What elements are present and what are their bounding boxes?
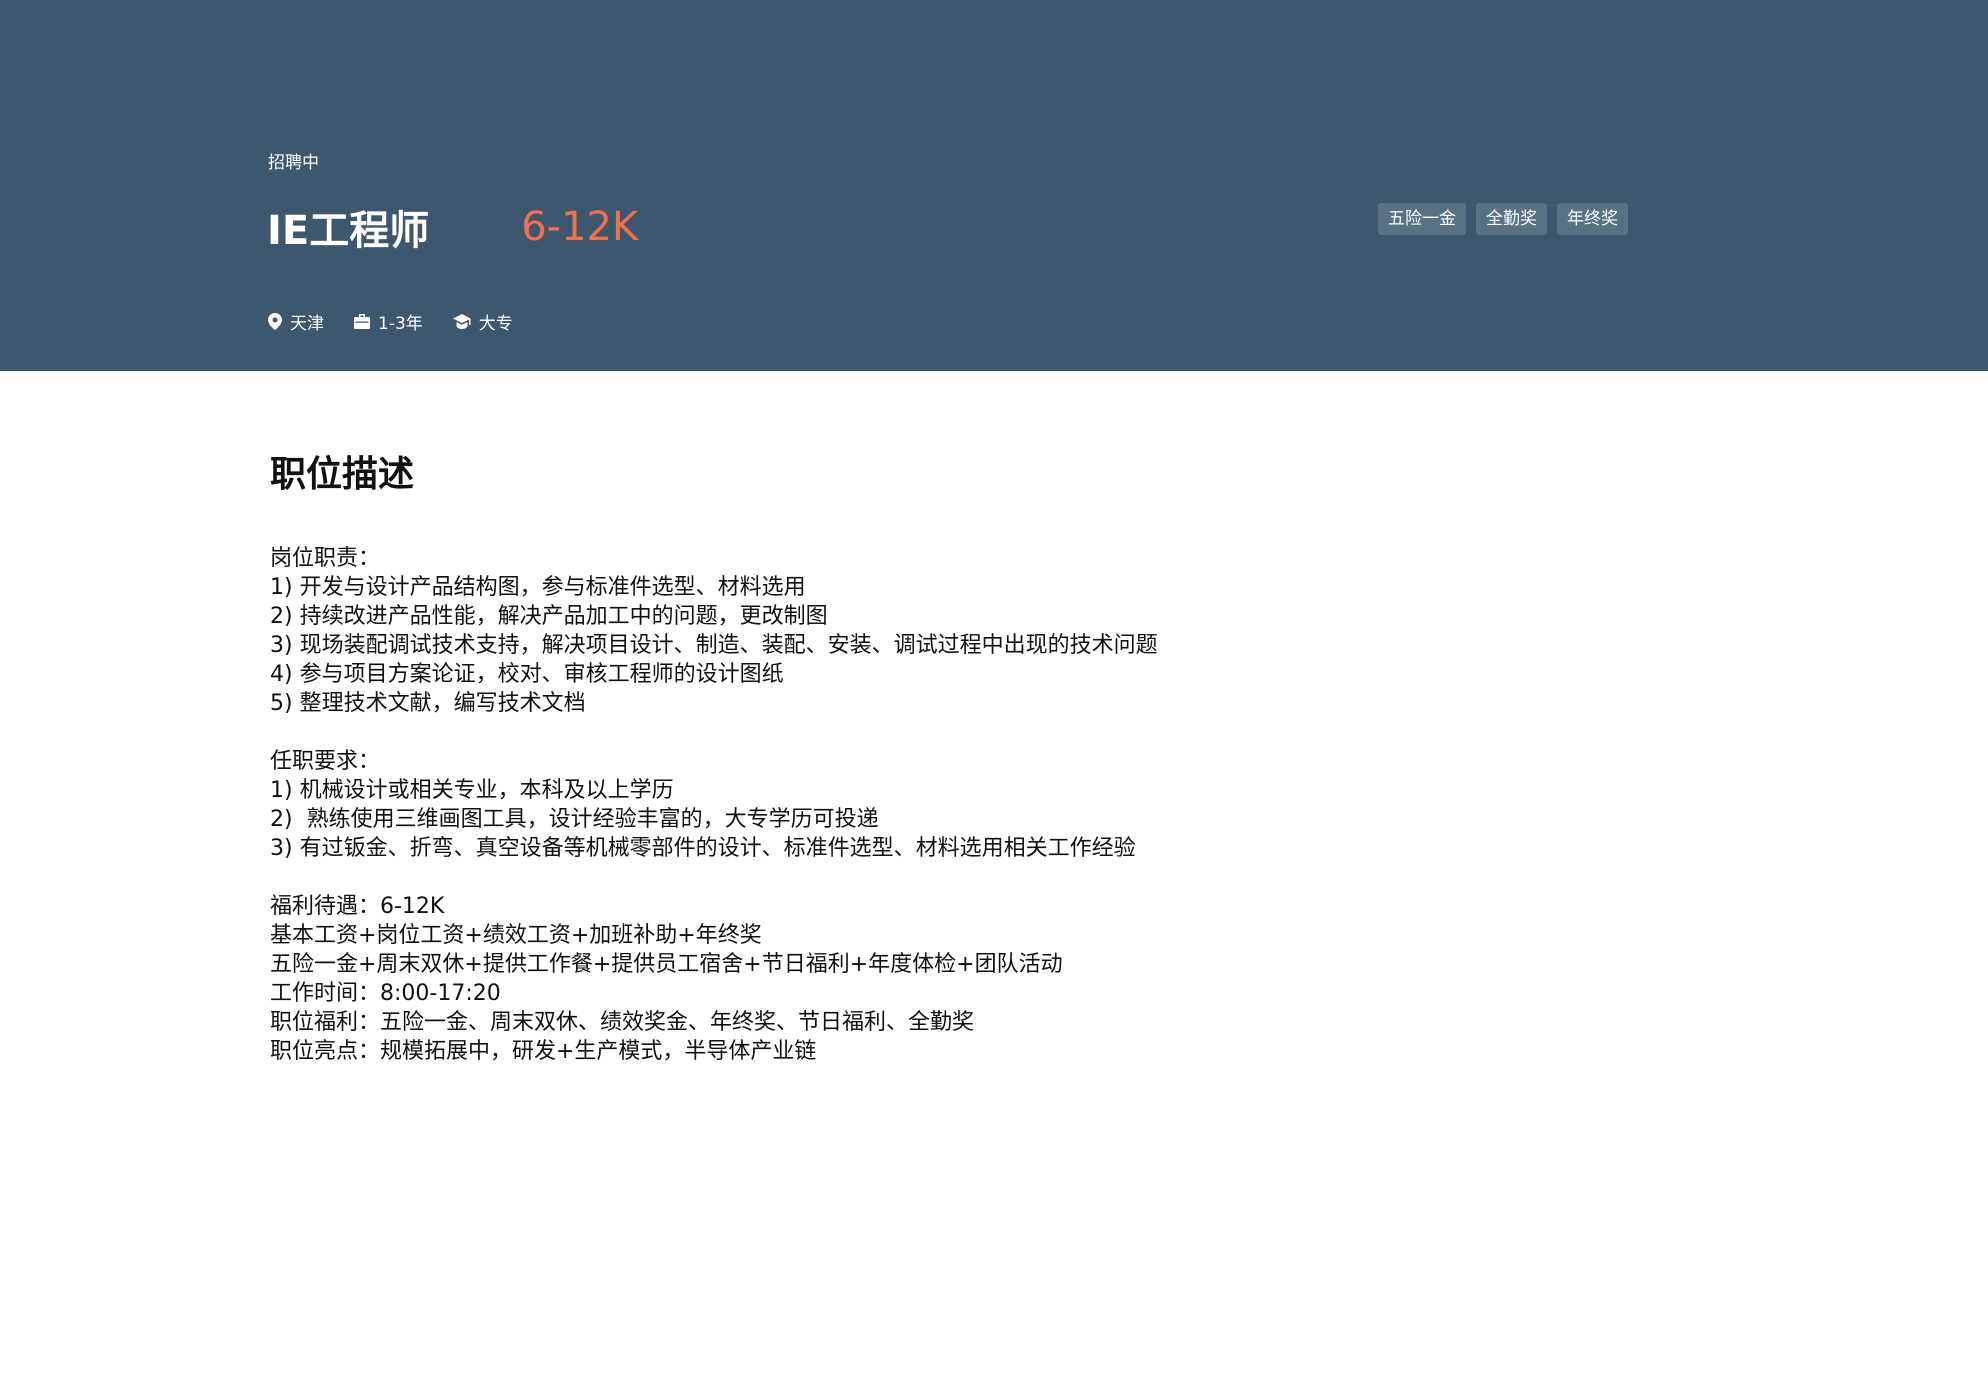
experience-text: 1-3年 bbox=[378, 314, 423, 334]
education-item: 大专 bbox=[452, 309, 513, 334]
description-line: 2) 熟练使用三维画图工具，设计经验丰富的，大专学历可投递 bbox=[270, 807, 879, 832]
description-line: 工作时间：8:00-17:20 bbox=[270, 981, 501, 1006]
benefit-tag: 全勤奖 bbox=[1476, 203, 1547, 235]
description-line: 3) 有过钣金、折弯、真空设备等机械零部件的设计、标准件选型、材料选用相关工作经… bbox=[270, 836, 1136, 861]
description-body: 岗位职责： 1) 开发与设计产品结构图，参与标准件选型、材料选用 2) 持续改进产品… bbox=[270, 544, 1720, 1066]
experience-item: 1-3年 bbox=[354, 309, 423, 334]
description-line bbox=[270, 718, 1720, 747]
location-text: 天津 bbox=[290, 314, 324, 334]
briefcase-icon bbox=[354, 314, 370, 329]
job-title: IE工程师 bbox=[267, 208, 430, 254]
description-line: 五险一金+周末双休+提供工作餐+提供员工宿舍+节日福利+年度体检+团队活动 bbox=[270, 952, 1063, 977]
job-description-section: 职位描述 岗位职责： 1) 开发与设计产品结构图，参与标准件选型、材料选用 2) 持… bbox=[270, 445, 1720, 1066]
location-pin-icon bbox=[268, 313, 282, 330]
description-line: 职位福利：五险一金、周末双休、绩效奖金、年终奖、节日福利、全勤奖 bbox=[270, 1010, 975, 1035]
description-line: 4) 参与项目方案论证，校对、审核工程师的设计图纸 bbox=[270, 662, 784, 687]
benefit-tag: 五险一金 bbox=[1378, 203, 1466, 235]
section-title: 职位描述 bbox=[270, 454, 415, 495]
description-line: 2) 持续改进产品性能，解决产品加工中的问题，更改制图 bbox=[270, 604, 828, 629]
description-line: 岗位职责： bbox=[270, 546, 381, 571]
location-item: 天津 bbox=[268, 309, 324, 334]
recruiting-status: 招聘中 bbox=[268, 153, 319, 173]
education-text: 大专 bbox=[478, 314, 513, 334]
description-line bbox=[270, 863, 1720, 892]
benefit-tag: 年终奖 bbox=[1557, 203, 1628, 235]
graduation-cap-icon bbox=[452, 314, 471, 329]
description-line: 基本工资+岗位工资+绩效工资+加班补助+年终奖 bbox=[270, 923, 762, 948]
job-meta: 天津 1-3年 大专 bbox=[268, 309, 543, 334]
title-row: IE工程师 6-12K bbox=[267, 198, 638, 256]
description-line: 福利待遇：6-12K bbox=[270, 894, 445, 919]
salary: 6-12K bbox=[521, 204, 639, 250]
description-line: 任职要求： bbox=[270, 749, 381, 774]
description-line: 1) 机械设计或相关专业，本科及以上学历 bbox=[270, 778, 674, 803]
job-header: 招聘中 IE工程师 6-12K 五险一金 全勤奖 年终奖 天津 1-3年 大专 bbox=[0, 0, 1988, 371]
benefit-tags: 五险一金 全勤奖 年终奖 bbox=[1378, 203, 1628, 235]
description-line: 3) 现场装配调试技术支持，解决项目设计、制造、装配、安装、调试过程中出现的技术… bbox=[270, 633, 1158, 658]
description-line: 5) 整理技术文献，编写技术文档 bbox=[270, 691, 586, 716]
description-line: 1) 开发与设计产品结构图，参与标准件选型、材料选用 bbox=[270, 575, 806, 600]
description-line: 职位亮点：规模拓展中，研发+生产模式，半导体产业链 bbox=[270, 1039, 817, 1064]
